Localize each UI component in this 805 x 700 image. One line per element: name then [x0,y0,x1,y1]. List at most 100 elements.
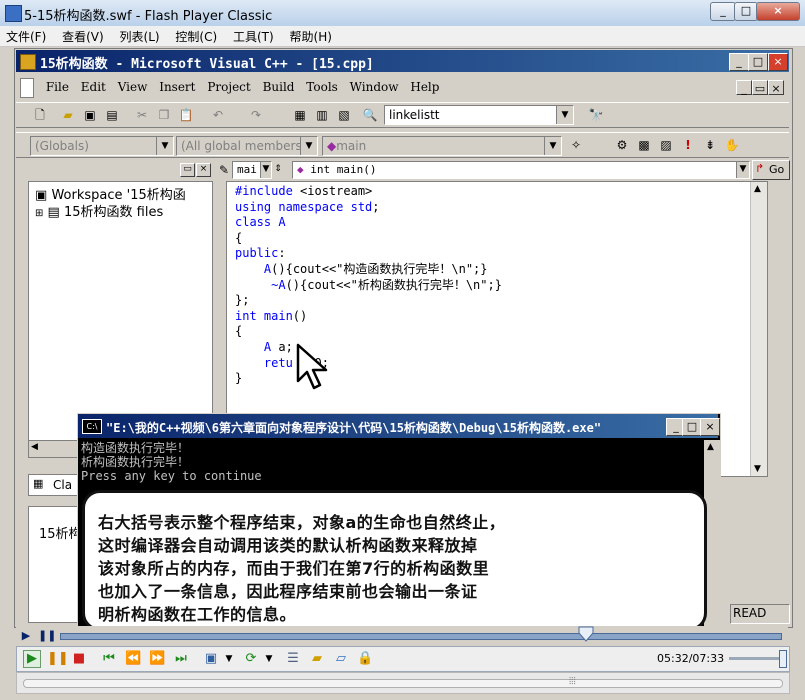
cut-icon[interactable]: ✂ [134,107,150,123]
menu-control[interactable]: 控制(C) [169,26,223,45]
editor-vscrollbar[interactable]: ▲ ▼ [750,182,767,476]
menu-file[interactable]: 文件(F) [0,26,52,45]
minimize-button[interactable]: _ [710,2,736,21]
scroll-down-icon[interactable]: ▼ [754,464,761,474]
pause-icon[interactable]: ❚❚ [47,651,69,667]
workspace-window-icon[interactable]: ▦ [292,107,308,123]
save-icon[interactable]: ▣ [82,107,98,123]
chevron-down-icon[interactable]: ▼ [544,137,561,155]
maximize-button[interactable]: □ [734,2,758,21]
vc-menu-tools[interactable]: Tools [302,76,342,94]
new-folder-icon[interactable]: ▰ [309,651,325,667]
chevron-down-icon[interactable]: ▼ [260,162,271,178]
function-nav-combo[interactable]: ◆ int main() ▼ [292,161,750,179]
project-files-item[interactable]: ⊞ ▤ 15析构函数 files [35,201,163,220]
pause-small-icon[interactable]: ❚❚ [38,628,56,644]
undo-icon[interactable]: ↶ [210,107,226,123]
vc-menu-insert[interactable]: Insert [155,76,199,94]
chevron-down-icon[interactable]: ▼ [156,137,173,155]
go-button[interactable]: ↱ Go [752,160,790,180]
function-nav-value: ◆ int main() [297,163,376,176]
copy-icon[interactable]: ❐ [156,107,172,123]
function-combo-value: ◆main [327,139,366,153]
close-button[interactable]: × [756,2,800,21]
editor-nav-icon: ✎ [218,163,230,177]
spin-icon[interactable]: ⇕ [272,161,284,177]
lock-icon[interactable]: 🔒 [357,651,373,667]
vc-menu-help[interactable]: Help [406,76,443,94]
first-frame-icon[interactable]: ⏮ [101,651,117,667]
vc-maximize-button[interactable]: □ [748,53,768,71]
execute-icon[interactable]: ! [680,137,696,153]
workspace-restore-button[interactable]: ▭ [180,163,195,177]
forward-icon[interactable]: ⏩ [149,651,165,667]
console-window-title: "E:\我的C++视频\6第六章面向对象程序设计\代码\15析构函数\Debug… [106,421,602,435]
vc-menu-project[interactable]: Project [203,76,254,94]
vc-minimize-button[interactable]: _ [729,53,749,71]
volume-thumb[interactable] [779,650,787,668]
expand-plus-icon[interactable]: ⊞ [35,208,43,219]
classview-tab[interactable]: ▦ Cla [28,474,80,496]
scroll-left-icon[interactable]: ◀ [31,442,38,452]
doc-minimize-button[interactable]: _ [736,80,752,95]
vc-close-button[interactable]: × [768,53,788,71]
menu-tools[interactable]: 工具(T) [227,26,280,45]
menu-view[interactable]: 查看(V) [56,26,110,45]
menu-help[interactable]: 帮助(H) [284,26,338,45]
chevron-down-icon[interactable]: ▼ [261,651,277,667]
new-file-icon[interactable]: 🗋 [32,107,48,123]
scroll-track[interactable] [23,679,783,688]
horizontal-scrollbar[interactable]: ⦙⦙⦙ [16,672,790,694]
scroll-up-icon[interactable]: ▲ [707,442,714,452]
playlist-icon[interactable]: ☰ [285,651,301,667]
paste-icon[interactable]: 📋 [178,107,194,123]
find-icon[interactable]: 🔭 [588,107,604,123]
doc-close-button[interactable]: × [768,80,784,95]
output-window-icon[interactable]: ▥ [314,107,330,123]
chevron-down-icon[interactable]: ▼ [556,106,573,124]
globals-combo[interactable]: (Globals) ▼ [30,136,174,156]
breakpoint-icon[interactable]: ✋ [724,137,740,153]
chevron-down-icon[interactable]: ▼ [221,651,237,667]
compile-icon[interactable]: ⚙ [614,137,630,153]
console-close-button[interactable]: × [700,418,720,436]
vc-menu-build[interactable]: Build [259,76,299,94]
wizard-action-icon[interactable]: ✧ [568,137,584,153]
workspace-close-button[interactable]: × [196,163,211,177]
volume-track[interactable] [729,657,783,660]
stop-icon[interactable]: ■ [71,651,87,667]
play-icon[interactable]: ▶ [23,650,41,668]
vc-menu-edit[interactable]: Edit [77,76,110,94]
seek-track[interactable] [60,633,782,640]
go-debug-icon[interactable]: ⇟ [702,137,718,153]
redo-icon[interactable]: ↷ [248,107,264,123]
vc-menu-window[interactable]: Window [346,76,403,94]
build-icon[interactable]: ▩ [636,137,652,153]
vc-menu-file[interactable]: File [42,76,73,94]
vc-menu-view[interactable]: View [114,76,152,94]
console-icon: C:\ [82,419,102,434]
members-combo[interactable]: (All global members ▼ [176,136,318,156]
refresh-icon[interactable]: ⟳ [243,651,259,667]
chevron-down-icon[interactable]: ▼ [736,162,749,178]
find-combo[interactable]: linkelistt ▼ [384,105,574,125]
open-folder-icon[interactable]: ▰ [60,107,76,123]
screen-mode-icon[interactable]: ▣ [203,651,219,667]
open-folder-icon[interactable]: ▱ [333,651,349,667]
last-frame-icon[interactable]: ⏭ [173,651,189,667]
find-in-files-icon[interactable]: 🔍 [362,107,378,123]
save-all-icon[interactable]: ▤ [104,107,120,123]
console-maximize-button[interactable]: □ [682,418,702,436]
seek-thumb[interactable] [578,626,594,642]
scroll-up-icon[interactable]: ▲ [754,184,761,194]
window-list-icon[interactable]: ▧ [336,107,352,123]
stop-build-icon[interactable]: ▨ [658,137,674,153]
scope-combo[interactable]: mai ▼ [232,161,272,179]
play-small-icon[interactable]: ▶ [18,628,34,644]
console-line: 构造函数执行完毕！ [81,441,190,455]
rewind-icon[interactable]: ⏪ [125,651,141,667]
doc-restore-button[interactable]: ▭ [752,80,768,95]
menu-list[interactable]: 列表(L) [114,26,166,45]
function-combo[interactable]: ◆main ▼ [322,136,562,156]
chevron-down-icon[interactable]: ▼ [300,137,317,155]
